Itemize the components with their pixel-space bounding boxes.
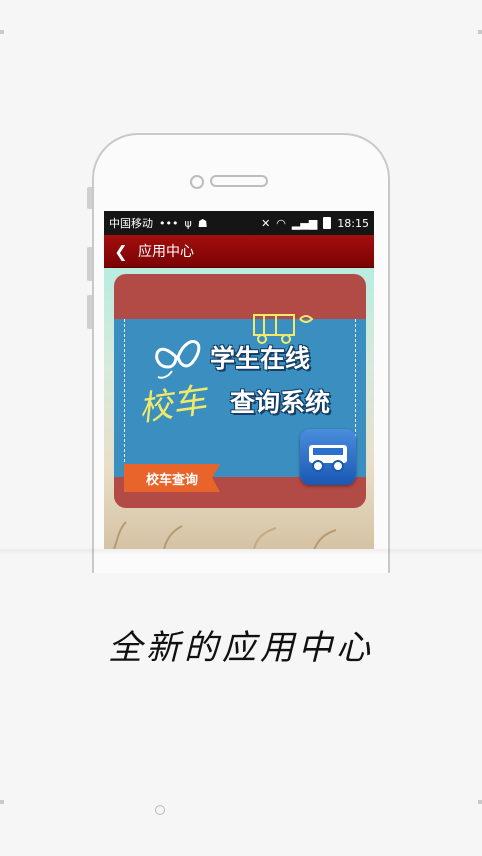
app-center-content: 学生在线 查询系统 校车 校车查询 bbox=[104, 268, 374, 549]
dashed-line-left bbox=[124, 319, 125, 477]
phone-side-button bbox=[87, 187, 92, 209]
banner-title-line2: 查询系统 bbox=[230, 388, 331, 417]
phone-volume-up bbox=[87, 247, 92, 281]
phone-speaker bbox=[210, 175, 268, 187]
corner-mark-bl bbox=[0, 800, 4, 804]
status-bar: 中国移动 ••• ψ ☗ ✕ ◠ ▂▄▆ 18:15 bbox=[104, 211, 374, 235]
usb-icon: ψ bbox=[184, 216, 192, 230]
phone-camera bbox=[190, 175, 204, 189]
bus-icon bbox=[309, 445, 347, 472]
corner-mark-br bbox=[478, 800, 482, 804]
school-bus-app-card[interactable]: 学生在线 查询系统 校车 校车查询 bbox=[114, 274, 366, 508]
title-bar: ❮ 应用中心 bbox=[104, 235, 374, 268]
slide-caption: 全新的应用中心 bbox=[108, 628, 374, 668]
banner-script-word: 校车 bbox=[136, 380, 209, 430]
wifi-icon: ◠ bbox=[276, 216, 286, 230]
corner-mark-tr bbox=[478, 30, 482, 34]
page-indicator-dot[interactable] bbox=[155, 805, 165, 815]
banner-title-line1: 学生在线 bbox=[210, 344, 311, 373]
mute-icon: ✕ bbox=[261, 216, 271, 230]
notification-dots: ••• bbox=[159, 216, 179, 230]
page-title: 应用中心 bbox=[138, 244, 194, 260]
battery-icon bbox=[323, 217, 332, 229]
phone-volume-down bbox=[87, 295, 92, 329]
clock: 18:15 bbox=[337, 216, 369, 230]
divider-shadow bbox=[0, 549, 482, 555]
corner-mark-tl bbox=[0, 30, 4, 34]
grass-decoration bbox=[113, 521, 337, 549]
phone-screen: 中国移动 ••• ψ ☗ ✕ ◠ ▂▄▆ 18:15 ❮ 应用中心 学生在线 查… bbox=[104, 211, 374, 549]
android-icon: ☗ bbox=[197, 216, 208, 230]
chevron-left-icon[interactable]: ❮ bbox=[104, 242, 138, 261]
signal-icon: ▂▄▆ bbox=[291, 216, 318, 230]
school-bus-query-ribbon[interactable]: 校车查询 bbox=[124, 464, 220, 492]
carrier-label: 中国移动 bbox=[109, 217, 153, 230]
bus-app-icon[interactable] bbox=[300, 429, 356, 485]
